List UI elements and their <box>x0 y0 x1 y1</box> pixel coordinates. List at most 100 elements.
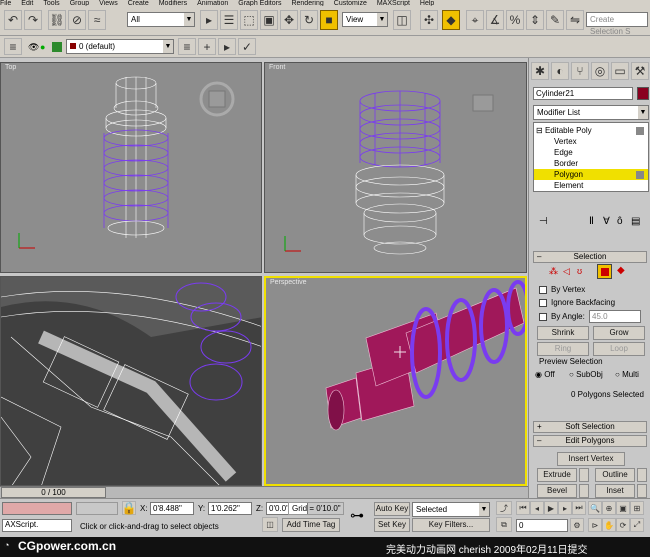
add-time-tag-button[interactable]: Add Time Tag <box>282 518 340 532</box>
zoom-extents-all-icon[interactable]: ⊞ <box>630 501 644 515</box>
stack-item-editable-poly[interactable]: ⊟ Editable Poly <box>536 125 592 136</box>
create-tab-icon[interactable]: ✱ <box>531 62 549 80</box>
ignore-backfacing-checkbox[interactable] <box>539 299 547 307</box>
selection-rollout-header[interactable]: – Selection <box>533 251 647 263</box>
border-mode-icon[interactable]: ʊ <box>577 266 582 276</box>
extrude-button[interactable]: Extrude <box>537 468 577 482</box>
current-frame-field[interactable]: 0 <box>516 519 568 532</box>
outline-button[interactable]: Outline <box>595 468 635 482</box>
redo-icon[interactable]: ↷ <box>24 10 42 30</box>
reference-coord-dropdown[interactable]: View ▼ <box>342 12 388 27</box>
outline-settings-button[interactable] <box>637 468 647 482</box>
viewport-left[interactable] <box>0 276 262 486</box>
modifier-list-dropdown[interactable]: Modifier List ▼ <box>533 105 649 120</box>
select-by-name-icon[interactable]: ☰ <box>220 10 238 30</box>
maximize-viewport-icon[interactable]: ⤢ <box>630 518 644 532</box>
time-config-icon[interactable]: ⚙ <box>570 518 584 532</box>
select-manipulate-icon[interactable]: ✣ <box>420 10 438 30</box>
goto-end-icon[interactable]: ⏭ <box>572 501 586 515</box>
key-icon[interactable]: ⊶ <box>350 507 364 524</box>
set-key-filter-icon[interactable]: ⧉ <box>496 517 512 532</box>
create-layer-icon[interactable]: ≡ <box>178 38 196 55</box>
viewport-front[interactable]: Front <box>264 62 527 273</box>
preview-off-radio[interactable]: ◉ Off <box>535 370 555 379</box>
maxscript-listener-field[interactable] <box>2 502 72 515</box>
prev-frame-icon[interactable]: ◂ <box>530 501 544 515</box>
soft-selection-rollout-header[interactable]: + Soft Selection <box>533 421 647 433</box>
rect-selection-icon[interactable]: ⬚ <box>240 10 258 30</box>
time-slider-track[interactable]: 0 / 100 <box>0 486 528 498</box>
remove-modifier-icon[interactable]: ô <box>617 216 623 227</box>
edge-mode-icon[interactable]: ◁ <box>563 266 570 277</box>
object-color-swatch[interactable] <box>637 87 649 100</box>
vertex-mode-icon[interactable]: ⁂ <box>549 266 558 277</box>
undo-icon[interactable]: ↶ <box>4 10 22 30</box>
unlink-icon[interactable]: ⊘ <box>68 10 86 30</box>
edit-named-selection-icon[interactable]: ✎ <box>546 10 564 30</box>
motion-tab-icon[interactable]: ◎ <box>591 62 609 80</box>
default-tangent-icon[interactable]: ⤴ <box>496 501 512 515</box>
element-mode-icon[interactable]: ◆ <box>617 265 625 276</box>
select-in-layer-icon[interactable]: ▸ <box>218 38 236 55</box>
stack-toggle-icon[interactable] <box>636 127 644 135</box>
viewport-top[interactable]: Top <box>0 62 262 273</box>
stack-item-border[interactable]: Border <box>554 158 578 169</box>
keyboard-shortcut-toggle-icon[interactable]: ◆ <box>442 10 460 30</box>
polygon-mode-icon[interactable] <box>597 264 612 279</box>
auto-key-button[interactable]: Auto Key <box>374 502 410 516</box>
percent-snap-icon[interactable]: % <box>506 10 524 30</box>
grow-button[interactable]: Grow <box>593 326 645 340</box>
object-name-field[interactable]: Cylinder21 <box>533 87 633 100</box>
layers-icon[interactable]: ≡ <box>4 38 22 55</box>
stack-item-element[interactable]: Element <box>554 180 583 191</box>
maxscript-mini-listener[interactable]: AXScript. <box>2 519 72 532</box>
set-key-button[interactable]: Set Key <box>374 518 410 532</box>
hierarchy-tab-icon[interactable]: ⑂ <box>571 62 589 80</box>
key-mode-dropdown[interactable]: Selected ▼ <box>412 502 490 517</box>
time-slider-thumb[interactable]: 0 / 100 <box>1 487 106 498</box>
angle-snap-icon[interactable]: ∡ <box>486 10 504 30</box>
window-crossing-icon[interactable]: ▣ <box>260 10 278 30</box>
zoom-all-icon[interactable]: ⊕ <box>602 501 616 515</box>
inset-settings-button[interactable] <box>637 484 647 498</box>
preview-multi-radio[interactable]: ○ Multi <box>615 370 639 379</box>
mirror-icon[interactable]: ⇋ <box>566 10 584 30</box>
bind-spacewarp-icon[interactable]: ≈ <box>88 10 106 30</box>
make-unique-icon[interactable]: ∀ <box>603 216 610 227</box>
select-link-icon[interactable]: ⛓ <box>48 10 66 30</box>
current-layer-dropdown[interactable]: 0 (default) ▼ <box>66 39 174 54</box>
display-tab-icon[interactable]: ▭ <box>611 62 629 80</box>
by-angle-spinner[interactable]: 45.0 <box>589 310 641 323</box>
pan-icon[interactable]: ✋ <box>602 518 616 532</box>
shrink-button[interactable]: Shrink <box>537 326 589 340</box>
named-selection-field[interactable]: Create Selection S <box>586 12 648 36</box>
utilities-tab-icon[interactable]: ⚒ <box>631 62 649 80</box>
snap-toggle-icon[interactable]: ⌖ <box>466 10 484 30</box>
time-tag-icon[interactable]: ◫ <box>262 517 278 532</box>
modify-tab-icon[interactable]: ◐ <box>551 62 569 80</box>
spinner-snap-icon[interactable]: ⇕ <box>526 10 544 30</box>
goto-start-icon[interactable]: ⏮ <box>516 501 530 515</box>
move-icon[interactable]: ✥ <box>280 10 298 30</box>
stack-item-edge[interactable]: Edge <box>554 147 573 158</box>
ring-button[interactable]: Ring <box>537 342 589 356</box>
next-frame-icon[interactable]: ▸ <box>558 501 572 515</box>
lock-selection-icon[interactable]: 🔒 <box>122 501 136 515</box>
stack-polygon-toggle-icon[interactable] <box>636 171 644 179</box>
stack-item-vertex[interactable]: Vertex <box>554 136 577 147</box>
extrude-settings-button[interactable] <box>579 468 589 482</box>
add-to-layer-icon[interactable]: + <box>198 38 216 55</box>
key-filters-button[interactable]: Key Filters... <box>412 518 490 532</box>
by-vertex-checkbox[interactable] <box>539 286 547 294</box>
stack-item-polygon[interactable]: Polygon <box>554 169 583 180</box>
rotate-icon[interactable]: ↻ <box>300 10 318 30</box>
configure-sets-icon[interactable]: ▤ <box>631 216 640 227</box>
pin-stack-icon[interactable]: ⊣ <box>539 216 548 227</box>
zoom-icon[interactable]: 🔍 <box>588 501 602 515</box>
x-coord-field[interactable]: 0'8.488" <box>150 502 194 515</box>
inset-button[interactable]: Inset <box>595 484 635 498</box>
zoom-extents-icon[interactable]: ▣ <box>616 501 630 515</box>
selection-filter-dropdown[interactable]: All ▼ <box>127 12 195 27</box>
orbit-icon[interactable]: ⟳ <box>616 518 630 532</box>
fov-icon[interactable]: ⊳ <box>588 518 602 532</box>
